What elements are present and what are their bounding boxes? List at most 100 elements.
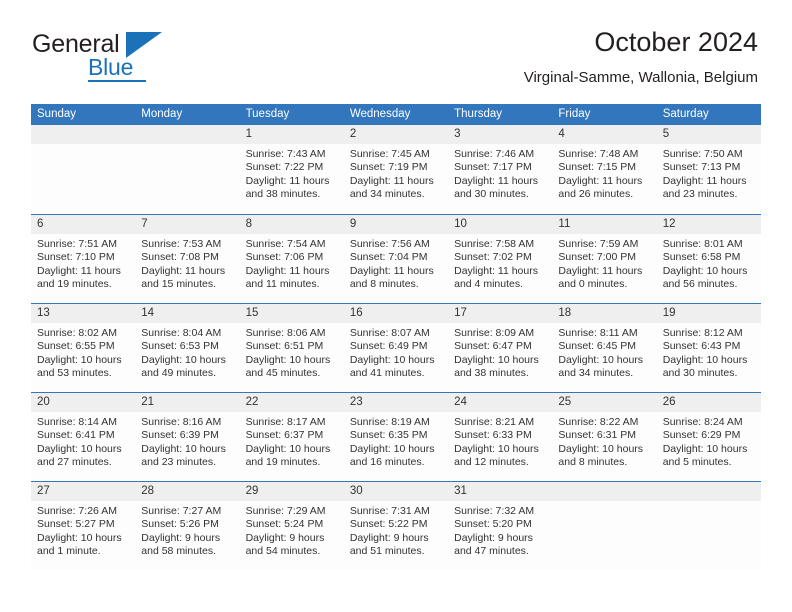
day-info: Sunrise: 8:24 AM Sunset: 6:29 PM Dayligh… xyxy=(657,412,761,470)
day-info xyxy=(657,501,761,505)
day-number: 10 xyxy=(448,215,553,234)
daylight-text: Daylight: 10 hours and 30 minutes. xyxy=(662,353,748,380)
sunrise-text: Sunrise: 8:12 AM xyxy=(662,327,743,339)
sunrise-text: Sunrise: 7:53 AM xyxy=(141,238,222,250)
day-number: 19 xyxy=(656,304,761,323)
day-cell[interactable]: 15 Sunrise: 8:06 AM Sunset: 6:51 PM Dayl… xyxy=(239,304,344,392)
day-cell[interactable]: 3 Sunrise: 7:46 AM Sunset: 7:17 PM Dayli… xyxy=(448,125,553,214)
weekday-friday: Friday xyxy=(558,108,591,120)
day-info: Sunrise: 8:02 AM Sunset: 6:55 PM Dayligh… xyxy=(31,323,135,381)
day-info: Sunrise: 7:29 AM Sunset: 5:24 PM Dayligh… xyxy=(240,501,344,559)
day-cell[interactable]: 19 Sunrise: 8:12 AM Sunset: 6:43 PM Dayl… xyxy=(656,304,761,392)
day-cell[interactable]: 24 Sunrise: 8:21 AM Sunset: 6:33 PM Dayl… xyxy=(448,393,553,481)
day-cell[interactable]: 26 Sunrise: 8:24 AM Sunset: 6:29 PM Dayl… xyxy=(656,393,761,481)
daylight-text: Daylight: 10 hours and 8 minutes. xyxy=(558,442,644,469)
sunset-text: Sunset: 6:53 PM xyxy=(141,340,219,353)
sunset-text: Sunset: 6:41 PM xyxy=(37,429,115,442)
sunset-text: Sunset: 5:24 PM xyxy=(245,518,324,531)
daylight-text: Daylight: 11 hours and 15 minutes. xyxy=(141,264,226,291)
week-row: 13 Sunrise: 8:02 AM Sunset: 6:55 PM Dayl… xyxy=(31,303,761,392)
sunset-text: Sunset: 6:33 PM xyxy=(454,429,532,442)
sunset-text: Sunset: 7:08 PM xyxy=(141,251,219,264)
day-info: Sunrise: 8:01 AM Sunset: 6:58 PM Dayligh… xyxy=(657,234,761,292)
day-cell[interactable]: 20 Sunrise: 8:14 AM Sunset: 6:41 PM Dayl… xyxy=(31,393,136,481)
week-row: 27 Sunrise: 7:26 AM Sunset: 5:27 PM Dayl… xyxy=(31,481,761,570)
daylight-text: Daylight: 11 hours and 23 minutes. xyxy=(662,174,747,201)
sunrise-text: Sunrise: 7:56 AM xyxy=(349,238,430,250)
daylight-text: Daylight: 10 hours and 34 minutes. xyxy=(558,353,644,380)
day-number: 7 xyxy=(135,215,240,234)
sunrise-text: Sunrise: 8:04 AM xyxy=(141,327,222,339)
day-info: Sunrise: 8:21 AM Sunset: 6:33 PM Dayligh… xyxy=(448,412,552,470)
weekday-saturday: Saturday xyxy=(662,108,709,120)
day-cell[interactable]: 8 Sunrise: 7:54 AM Sunset: 7:06 PM Dayli… xyxy=(239,215,344,303)
sunrise-text: Sunrise: 8:22 AM xyxy=(558,416,639,428)
location-subtitle: Virginal-Samme, Wallonia, Belgium xyxy=(523,69,758,86)
sunrise-text: Sunrise: 7:26 AM xyxy=(37,505,117,517)
day-cell[interactable]: 2 Sunrise: 7:45 AM Sunset: 7:19 PM Dayli… xyxy=(343,125,449,214)
daylight-text: Daylight: 10 hours and 49 minutes. xyxy=(141,353,226,380)
day-cell[interactable]: 18 Sunrise: 8:11 AM Sunset: 6:45 PM Dayl… xyxy=(552,304,657,392)
day-info: Sunrise: 7:53 AM Sunset: 7:08 PM Dayligh… xyxy=(135,234,239,292)
daylight-text: Daylight: 11 hours and 11 minutes. xyxy=(245,264,330,291)
day-info: Sunrise: 7:59 AM Sunset: 7:00 PM Dayligh… xyxy=(552,234,656,292)
day-cell[interactable]: 25 Sunrise: 8:22 AM Sunset: 6:31 PM Dayl… xyxy=(552,393,657,481)
day-cell[interactable]: 21 Sunrise: 8:16 AM Sunset: 6:39 PM Dayl… xyxy=(135,393,240,481)
daylight-text: Daylight: 10 hours and 5 minutes. xyxy=(662,442,748,469)
day-number: 30 xyxy=(343,482,449,501)
day-cell[interactable]: 9 Sunrise: 7:56 AM Sunset: 7:04 PM Dayli… xyxy=(343,215,449,303)
day-cell[interactable]: 7 Sunrise: 7:53 AM Sunset: 7:08 PM Dayli… xyxy=(135,215,240,303)
day-info: Sunrise: 7:26 AM Sunset: 5:27 PM Dayligh… xyxy=(31,501,135,559)
sunset-text: Sunset: 6:51 PM xyxy=(245,340,324,353)
sunset-text: Sunset: 7:13 PM xyxy=(662,161,741,174)
day-cell[interactable]: 12 Sunrise: 8:01 AM Sunset: 6:58 PM Dayl… xyxy=(656,215,761,303)
sunrise-text: Sunrise: 7:50 AM xyxy=(662,148,743,160)
daylight-text: Daylight: 10 hours and 12 minutes. xyxy=(454,442,539,469)
day-cell[interactable]: 17 Sunrise: 8:09 AM Sunset: 6:47 PM Dayl… xyxy=(448,304,553,392)
day-number: 22 xyxy=(239,393,344,412)
week-row: 1 Sunrise: 7:43 AM Sunset: 7:22 PM Dayli… xyxy=(31,125,761,214)
weekday-monday: Monday xyxy=(141,108,183,120)
brand-logo[interactable]: General Blue xyxy=(32,30,212,88)
day-cell[interactable]: 29 Sunrise: 7:29 AM Sunset: 5:24 PM Dayl… xyxy=(239,482,344,570)
day-cell[interactable]: 10 Sunrise: 7:58 AM Sunset: 7:02 PM Dayl… xyxy=(448,215,553,303)
day-info: Sunrise: 8:04 AM Sunset: 6:53 PM Dayligh… xyxy=(135,323,239,381)
day-info xyxy=(31,144,135,148)
day-number: 28 xyxy=(135,482,240,501)
day-cell[interactable]: 30 Sunrise: 7:31 AM Sunset: 5:22 PM Dayl… xyxy=(343,482,449,570)
day-info: Sunrise: 7:32 AM Sunset: 5:20 PM Dayligh… xyxy=(448,501,552,559)
day-number: 8 xyxy=(239,215,344,234)
sunset-text: Sunset: 7:15 PM xyxy=(558,161,637,174)
day-cell[interactable]: 6 Sunrise: 7:51 AM Sunset: 7:10 PM Dayli… xyxy=(31,215,136,303)
sunrise-text: Sunrise: 7:45 AM xyxy=(349,148,430,160)
sunset-text: Sunset: 5:26 PM xyxy=(141,518,219,531)
day-number: 12 xyxy=(656,215,761,234)
day-number: 11 xyxy=(552,215,657,234)
daylight-text: Daylight: 11 hours and 26 minutes. xyxy=(558,174,643,201)
day-number: 5 xyxy=(656,125,761,144)
day-info: Sunrise: 8:17 AM Sunset: 6:37 PM Dayligh… xyxy=(240,412,344,470)
daylight-text: Daylight: 10 hours and 19 minutes. xyxy=(245,442,331,469)
day-info: Sunrise: 7:45 AM Sunset: 7:19 PM Dayligh… xyxy=(344,144,448,202)
sunrise-text: Sunrise: 8:02 AM xyxy=(37,327,117,339)
page-title: October 2024 xyxy=(594,27,758,57)
day-number xyxy=(135,125,240,144)
title-block: October 2024 Virginal-Samme, Wallonia, B… xyxy=(524,26,758,88)
day-cell[interactable]: 13 Sunrise: 8:02 AM Sunset: 6:55 PM Dayl… xyxy=(31,304,136,392)
daylight-text: Daylight: 11 hours and 38 minutes. xyxy=(245,174,330,201)
day-cell[interactable]: 23 Sunrise: 8:19 AM Sunset: 6:35 PM Dayl… xyxy=(343,393,449,481)
day-cell[interactable]: 14 Sunrise: 8:04 AM Sunset: 6:53 PM Dayl… xyxy=(135,304,240,392)
sunrise-text: Sunrise: 7:31 AM xyxy=(349,505,430,517)
weekday-tuesday: Tuesday xyxy=(245,108,290,120)
day-cell[interactable]: 16 Sunrise: 8:07 AM Sunset: 6:49 PM Dayl… xyxy=(343,304,449,392)
day-cell[interactable]: 31 Sunrise: 7:32 AM Sunset: 5:20 PM Dayl… xyxy=(448,482,553,570)
day-cell[interactable]: 11 Sunrise: 7:59 AM Sunset: 7:00 PM Dayl… xyxy=(552,215,657,303)
day-cell[interactable]: 22 Sunrise: 8:17 AM Sunset: 6:37 PM Dayl… xyxy=(239,393,344,481)
day-cell[interactable]: 28 Sunrise: 7:27 AM Sunset: 5:26 PM Dayl… xyxy=(135,482,240,570)
day-cell[interactable]: 27 Sunrise: 7:26 AM Sunset: 5:27 PM Dayl… xyxy=(31,482,136,570)
day-cell[interactable]: 5 Sunrise: 7:50 AM Sunset: 7:13 PM Dayli… xyxy=(656,125,761,214)
day-number: 6 xyxy=(31,215,136,234)
calendar-page: General Blue October 2024 Virginal-Samme… xyxy=(0,0,792,612)
day-cell[interactable]: 4 Sunrise: 7:48 AM Sunset: 7:15 PM Dayli… xyxy=(552,125,657,214)
day-cell[interactable]: 1 Sunrise: 7:43 AM Sunset: 7:22 PM Dayli… xyxy=(239,125,344,214)
